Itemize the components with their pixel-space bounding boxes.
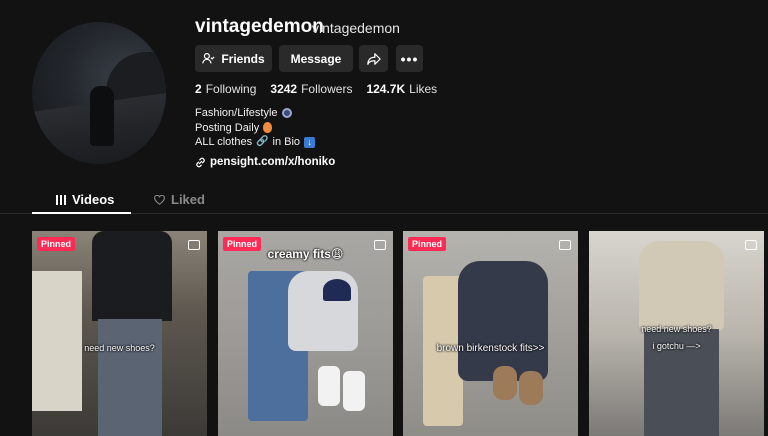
pinned-badge: Pinned [408,237,447,251]
sweater [639,241,724,331]
profile-bio: Fashion/Lifestyle Posting Daily ALL clot… [195,106,316,150]
stat-followers[interactable]: 3242 Followers [270,82,352,96]
liked-heart-icon [154,194,165,205]
bio-line-1: Fashion/Lifestyle [195,107,278,119]
stat-following-value: 2 [195,82,202,96]
share-icon [366,52,381,65]
video-caption: need new shoes? [641,324,712,334]
stat-likes-label: Likes [409,82,438,96]
more-dots-icon: ••• [400,50,419,67]
stat-likes-value: 124.7K [366,82,406,96]
profile-tabs: Videos Liked [0,184,768,214]
sneaker [318,366,340,406]
fire-icon [263,122,273,134]
grid-icon [56,194,66,205]
bio-line-3a: ALL clothes [195,136,253,148]
photo-icon [745,240,757,250]
link-icon: 🔗 [256,136,269,147]
link-icon [196,157,205,167]
shoe-rack [32,271,82,411]
tab-videos[interactable]: Videos [56,192,114,207]
profile-stats: 2 Following 3242 Followers 124.7K Likes [195,82,437,96]
avatar-person-silhouette [90,86,114,146]
clog [493,366,517,400]
stat-likes: 124.7K Likes [366,82,437,96]
stat-followers-label: Followers [301,82,353,96]
stat-following[interactable]: 2 Following [195,82,256,96]
jeans [98,319,162,436]
video-card[interactable]: Pinned creamy fits😩 [218,231,393,436]
photo-icon [559,240,571,250]
stat-followers-value: 3242 [270,82,298,96]
profile-handle: vintagedemon [312,20,400,36]
sneaker [343,371,365,411]
photo-icon [188,240,200,250]
video-caption: brown birkenstock fits>> [436,343,545,354]
clog [519,371,543,405]
video-caption: creamy fits😩 [267,247,344,261]
friends-button-label: Friends [221,51,265,66]
tab-liked[interactable]: Liked [154,192,205,207]
video-caption-2: i gotchu —> [652,341,701,351]
stat-following-label: Following [205,82,257,96]
message-button[interactable]: Message [279,45,353,72]
share-button[interactable] [359,45,388,72]
profile-avatar[interactable] [32,22,166,164]
down-arrow-icon: ↓ [304,136,316,148]
tab-liked-label: Liked [171,192,205,207]
more-options-button[interactable]: ••• [396,45,423,72]
video-card[interactable]: Pinned brown birkenstock fits>> [403,231,578,436]
profile-link[interactable]: pensight.com/x/honiko [195,156,335,168]
cap [323,279,351,301]
jacket [92,231,172,321]
profile-username: vintagedemon [195,16,324,37]
eye-icon [281,108,292,119]
tab-videos-label: Videos [72,192,115,207]
active-tab-indicator [32,212,131,214]
video-caption: need new shoes? [84,343,155,353]
profile-link-text: pensight.com/x/honiko [210,156,336,168]
video-card[interactable]: Pinned need new shoes? [32,231,207,436]
pinned-badge: Pinned [37,237,76,251]
video-card[interactable]: need new shoes? i gotchu —> [589,231,764,436]
bio-line-2: Posting Daily [195,121,260,134]
friends-button[interactable]: Friends [195,45,272,72]
friends-icon [202,53,215,64]
bio-line-3b: in Bio [272,136,301,148]
hoodie [458,261,548,381]
